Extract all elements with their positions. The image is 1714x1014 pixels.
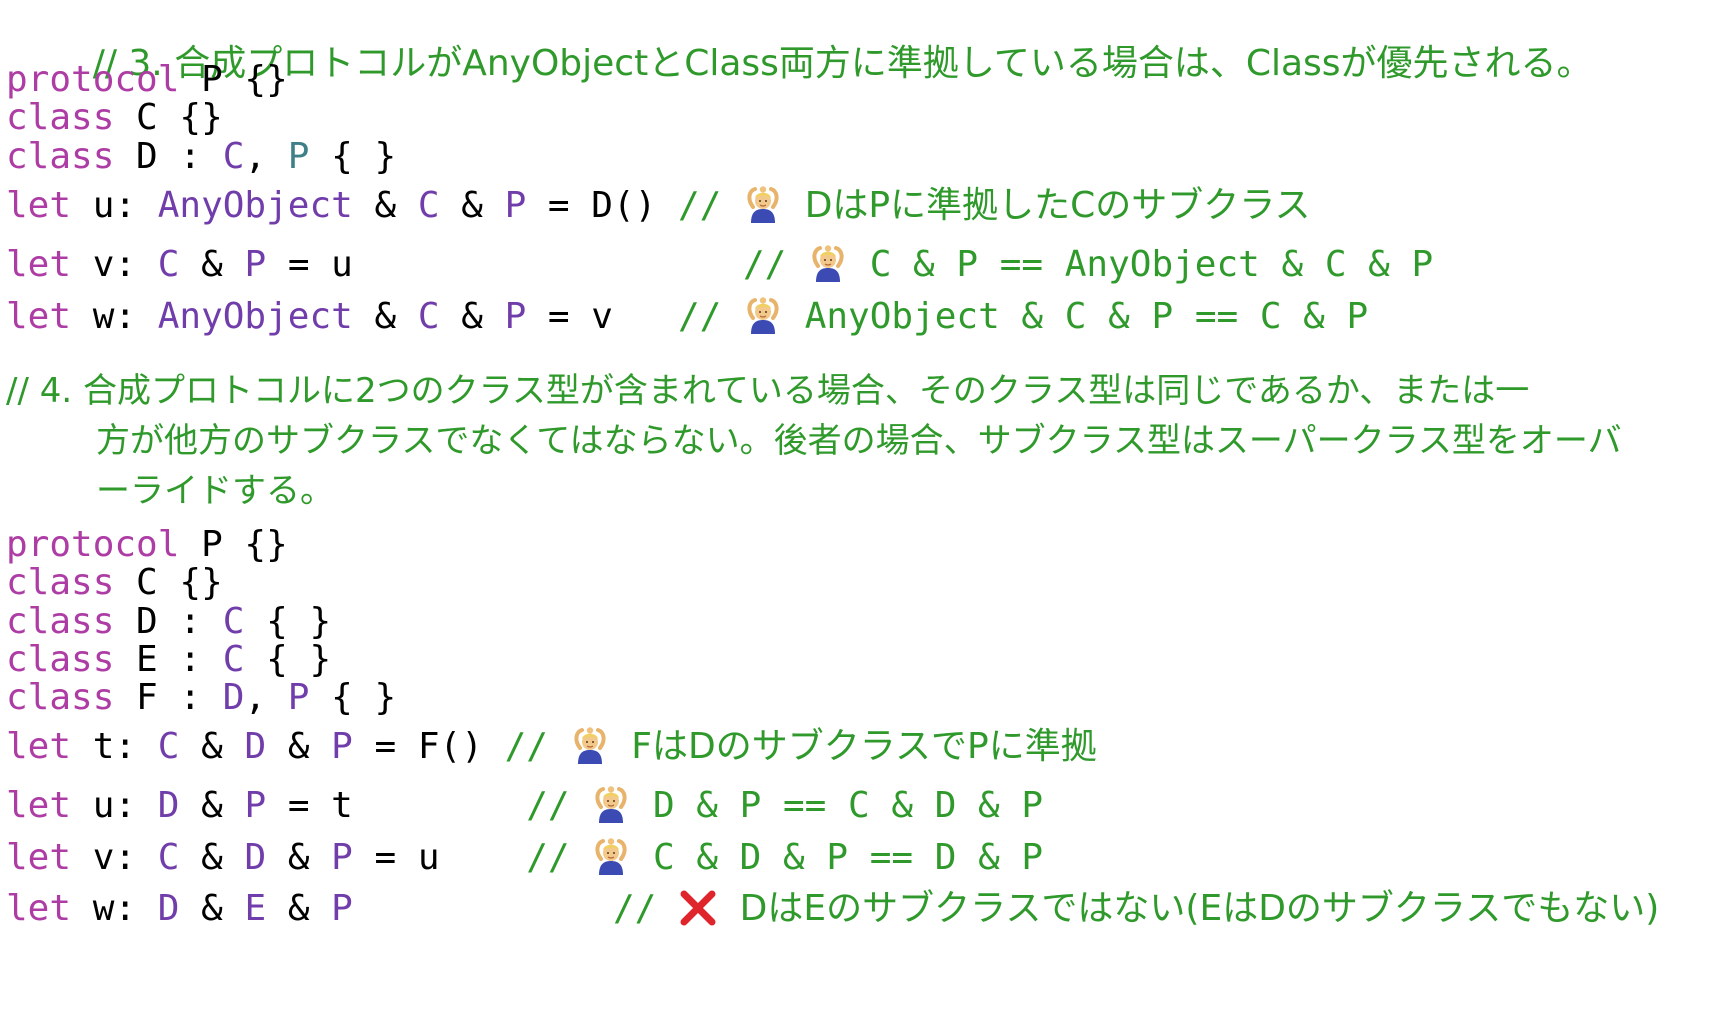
section4-heading: // 4. 合成プロトコルに2つのクラス型が含まれている場合、そのクラス型は同じ… bbox=[6, 366, 1696, 516]
code-line-class-f: class F : D, P { } bbox=[6, 677, 397, 718]
code-line-let-w: let w: AnyObject & C & P = v // AnyObjec… bbox=[6, 296, 1369, 337]
code-line-let-v-2: let v: C & D & P = u // C & D & P == D &… bbox=[6, 837, 1044, 878]
section4-heading-line1: // 4. 合成プロトコルに2つのクラス型が含まれている場合、そのクラス型は同じ… bbox=[6, 371, 1530, 411]
ok-gesture-icon bbox=[743, 185, 783, 225]
ok-gesture-icon bbox=[591, 837, 631, 877]
code-line-let-v: let v: C & P = u // C & P == AnyObject &… bbox=[6, 244, 1434, 285]
section4-heading-line2: 方が他方のサブクラスでなくてはならない。後者の場合、サブクラス型はスーパークラス… bbox=[96, 421, 1622, 461]
code-document: // 3. 合成プロトコルがAnyObjectとClass両方に準拠している場合… bbox=[0, 0, 1714, 1014]
code-line-class-c-2: class C {} bbox=[6, 562, 223, 603]
section4-heading-line3: ーライドする。 bbox=[96, 471, 334, 511]
code-line-let-t: let t: C & D & P = F() // FはDのサブクラスでPに準拠 bbox=[6, 726, 1097, 767]
cross-mark-icon bbox=[678, 888, 718, 928]
ok-gesture-icon bbox=[808, 244, 848, 284]
ok-gesture-icon bbox=[743, 296, 783, 336]
code-line-protocol-p-2: protocol P {} bbox=[6, 524, 288, 565]
code-line-let-w-2: let w: D & E & P // DはEのサブクラスではない(EはDのサブ… bbox=[6, 888, 1660, 929]
code-line-class-d: class D : C, P { } bbox=[6, 136, 397, 177]
code-line-protocol-p: protocol P {} bbox=[6, 59, 288, 100]
code-line-class-e: class E : C { } bbox=[6, 639, 332, 680]
code-line-class-d-2: class D : C { } bbox=[6, 601, 332, 642]
code-line-let-u-2: let u: D & P = t // D & P == C & D & P bbox=[6, 785, 1044, 826]
code-line-let-u: let u: AnyObject & C & P = D() // DはPに準拠… bbox=[6, 185, 1311, 226]
ok-gesture-icon bbox=[591, 785, 631, 825]
code-line-class-c: class C {} bbox=[6, 97, 223, 138]
ok-gesture-icon bbox=[570, 726, 610, 766]
